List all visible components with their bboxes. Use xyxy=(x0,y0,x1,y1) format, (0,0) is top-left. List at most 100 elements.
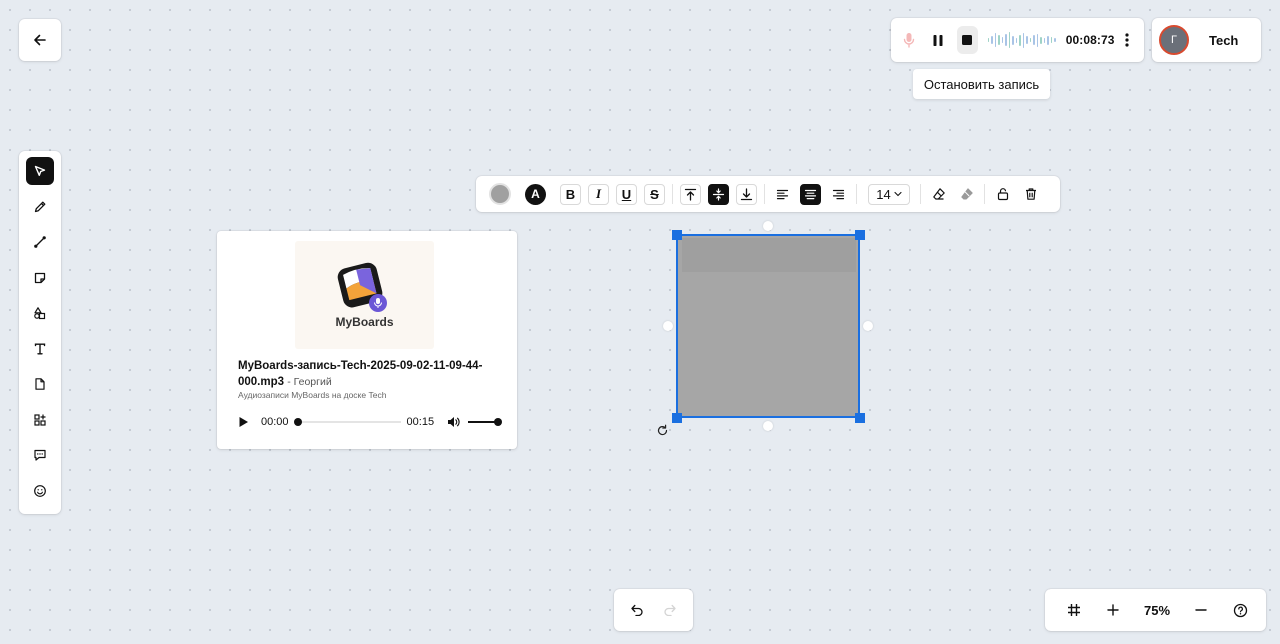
waveform-bar xyxy=(1008,32,1011,48)
myboards-logo xyxy=(337,262,387,312)
volume-handle[interactable] xyxy=(494,418,503,426)
select-tool-button[interactable] xyxy=(26,157,54,185)
plus-icon xyxy=(1107,604,1119,616)
resize-handle-bottom-right[interactable] xyxy=(855,413,865,423)
minus-icon xyxy=(1195,609,1207,611)
italic-button[interactable]: I xyxy=(588,183,609,205)
stop-recording-button[interactable] xyxy=(956,26,978,54)
apps-grid-icon xyxy=(34,413,46,426)
user-panel[interactable]: Г Tech xyxy=(1152,18,1261,62)
undo-button[interactable] xyxy=(623,596,651,624)
paint-bucket-icon xyxy=(960,188,973,200)
divider xyxy=(672,184,673,204)
pen-tool-button[interactable] xyxy=(26,193,54,221)
redo-button[interactable] xyxy=(656,596,684,624)
unlock-icon xyxy=(997,188,1008,201)
comment-tool-button[interactable] xyxy=(26,441,54,469)
resize-handle-bottom-left[interactable] xyxy=(672,413,682,423)
stop-recording-tooltip: Остановить запись xyxy=(913,69,1050,99)
format-painter-button[interactable] xyxy=(928,184,949,205)
align-bottom-button[interactable] xyxy=(736,183,757,205)
undo-icon xyxy=(631,604,643,616)
text-align-left-icon xyxy=(776,189,789,199)
file-tool-button[interactable] xyxy=(26,370,54,398)
apps-tool-button[interactable] xyxy=(26,406,54,434)
bold-button[interactable]: B xyxy=(560,183,581,205)
divider xyxy=(856,184,857,204)
emoji-tool-button[interactable] xyxy=(26,477,54,505)
waveform-bar xyxy=(1040,36,1042,44)
text-tool-button[interactable] xyxy=(26,335,54,363)
zoom-in-button[interactable] xyxy=(1102,599,1124,621)
waveform-bar xyxy=(1019,34,1021,46)
text-icon xyxy=(34,343,46,354)
shape-inner-area xyxy=(682,238,856,272)
waveform-bar xyxy=(1054,38,1056,42)
fill-color-picker[interactable] xyxy=(489,183,511,205)
shapes-tool-button[interactable] xyxy=(26,299,54,327)
font-size-select[interactable]: 14 xyxy=(868,183,910,205)
seek-handle[interactable] xyxy=(293,418,302,426)
back-button[interactable] xyxy=(19,19,61,61)
divider xyxy=(920,184,921,204)
text-align-right-button[interactable] xyxy=(828,184,849,205)
waveform-bar xyxy=(1015,37,1018,43)
help-button[interactable] xyxy=(1229,599,1251,621)
history-controls xyxy=(614,589,693,631)
divider xyxy=(764,184,765,204)
audio-file-card[interactable]: MyBoards MyBoards-запись-Tech-2025-09-02… xyxy=(217,231,517,449)
audio-subtitle: Аудиозаписи MyBoards на доске Tech xyxy=(238,390,387,400)
text-align-center-button[interactable] xyxy=(800,183,821,205)
avatar[interactable]: Г xyxy=(1159,25,1189,55)
text-color-picker[interactable]: A xyxy=(525,183,546,205)
volume-button[interactable] xyxy=(446,415,460,429)
sticky-note-tool-button[interactable] xyxy=(26,264,54,292)
align-middle-button[interactable] xyxy=(708,183,729,205)
connect-handle-right[interactable] xyxy=(863,321,873,331)
grid-toggle-button[interactable] xyxy=(1063,599,1085,621)
waveform-bar xyxy=(1043,37,1046,43)
tools-toolbar xyxy=(19,151,61,514)
help-icon xyxy=(1233,603,1247,617)
audio-file-name: MyBoards-запись-Tech-2025-09-02-11-09-44… xyxy=(238,360,483,388)
lock-button[interactable] xyxy=(992,184,1013,205)
waveform-bar xyxy=(1029,38,1032,42)
paint-style-button[interactable] xyxy=(956,184,977,205)
connect-handle-left[interactable] xyxy=(663,321,673,331)
delete-button[interactable] xyxy=(1020,184,1041,205)
zoom-level[interactable]: 75% xyxy=(1130,603,1184,618)
text-align-left-button[interactable] xyxy=(772,184,793,205)
zoom-out-button[interactable] xyxy=(1190,599,1212,621)
waveform-bar xyxy=(1036,33,1039,47)
microphone-button[interactable] xyxy=(899,26,920,54)
strikethrough-button[interactable]: S xyxy=(644,183,665,205)
selected-rectangle-shape[interactable] xyxy=(676,234,860,418)
emoji-icon xyxy=(34,484,46,497)
underline-button[interactable]: U xyxy=(616,183,637,205)
file-icon xyxy=(35,378,45,390)
volume-slider[interactable] xyxy=(468,418,503,426)
seek-bar[interactable] xyxy=(293,418,401,426)
play-button[interactable] xyxy=(237,415,249,429)
resize-handle-top-left[interactable] xyxy=(672,230,682,240)
stop-icon xyxy=(962,35,973,45)
align-top-button[interactable] xyxy=(680,183,701,205)
waveform-bar xyxy=(1005,34,1007,46)
connector-tool-button[interactable] xyxy=(26,228,54,256)
pause-button[interactable] xyxy=(928,26,949,54)
board-name: Tech xyxy=(1209,32,1239,48)
arrow-left-icon xyxy=(34,34,46,46)
waveform-bar xyxy=(991,36,993,44)
font-size-value: 14 xyxy=(876,186,891,202)
pen-icon xyxy=(34,201,46,212)
connect-handle-bottom[interactable] xyxy=(763,421,773,431)
microphone-icon xyxy=(904,33,915,48)
more-options-button[interactable] xyxy=(1121,26,1134,54)
align-top-icon xyxy=(684,188,697,201)
brand-name: MyBoards xyxy=(335,315,394,329)
resize-handle-top-right[interactable] xyxy=(855,230,865,240)
grid-icon xyxy=(1068,604,1080,616)
rotate-icon[interactable] xyxy=(656,424,669,437)
connect-handle-top[interactable] xyxy=(763,221,773,231)
waveform-bar xyxy=(1026,36,1028,44)
